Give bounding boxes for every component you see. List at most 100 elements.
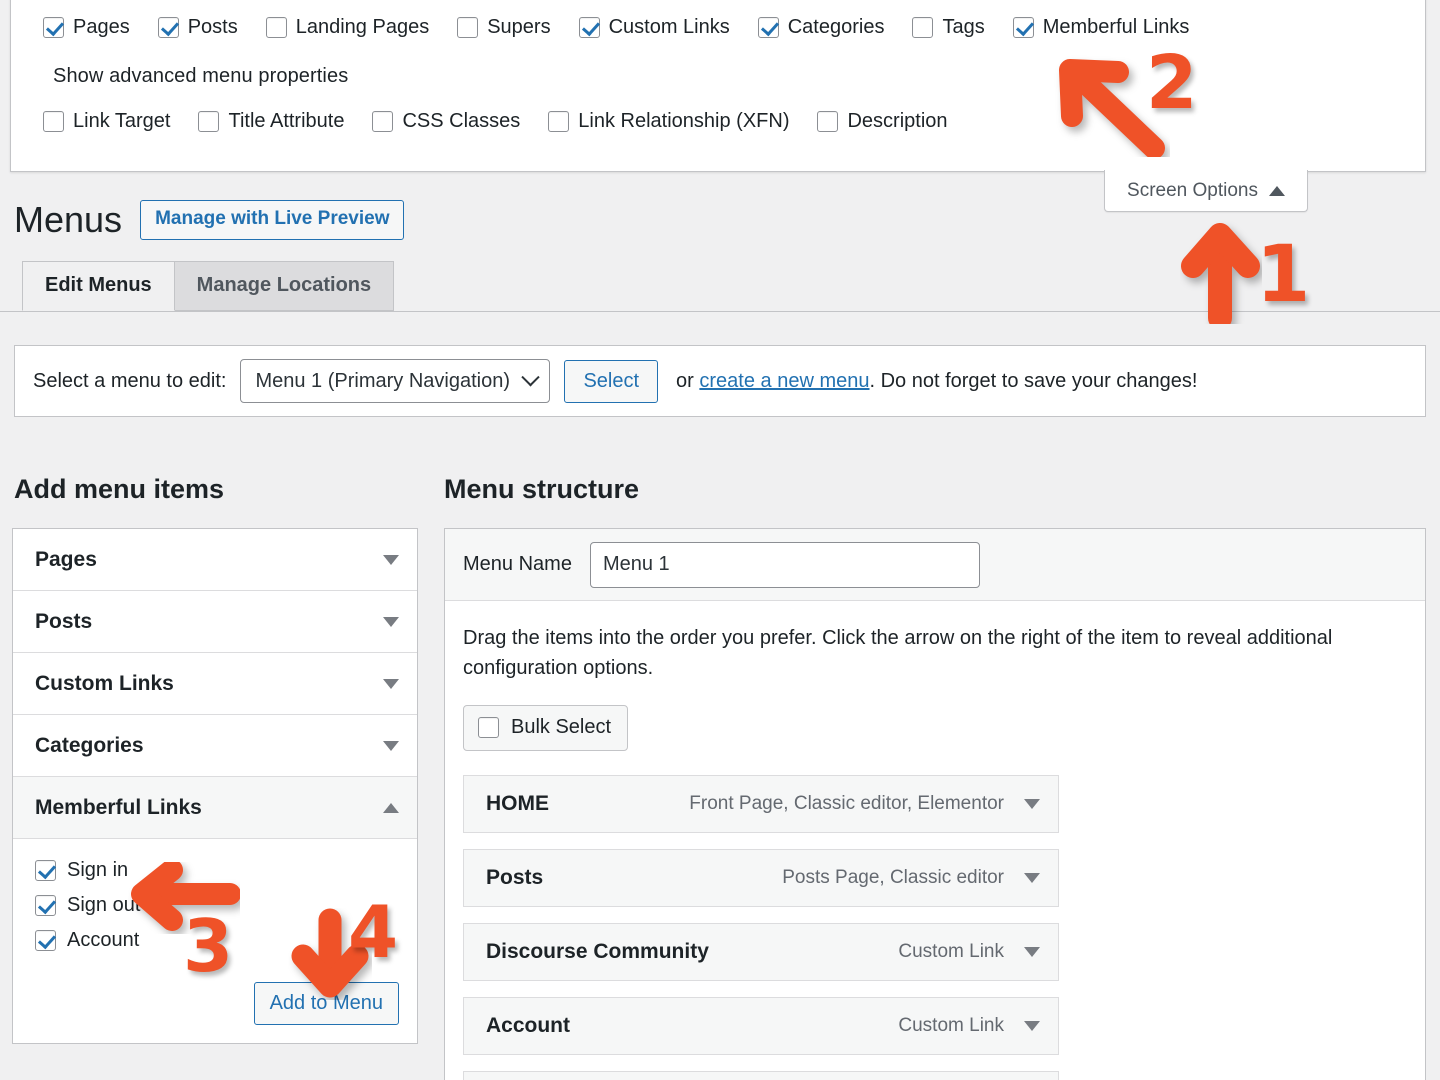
menu-item-title: Account	[486, 1014, 570, 1037]
screen-option-label: CSS Classes	[402, 110, 521, 132]
menu-name-label: Menu Name	[463, 553, 572, 575]
menu-item-row-discourse-community[interactable]: Discourse Community Custom Link	[463, 923, 1059, 981]
screen-option-link-relationship[interactable]: Link Relationship (XFN)	[548, 110, 789, 133]
triangle-down-icon[interactable]	[1024, 799, 1040, 809]
screen-option-supers[interactable]: Supers	[457, 16, 551, 39]
menu-name-input[interactable]	[589, 541, 980, 588]
checkbox-categories[interactable]	[757, 17, 779, 38]
screen-option-custom-links[interactable]: Custom Links	[578, 16, 730, 39]
accordion-header-pages[interactable]: Pages	[13, 529, 417, 591]
accordion-label: Categories	[35, 733, 144, 757]
select-menu-label: Select a menu to edit:	[33, 369, 227, 392]
tab-edit-menus[interactable]: Edit Menus	[22, 261, 175, 311]
accordion-header-posts[interactable]: Posts	[13, 591, 417, 653]
annotation-number-4: 4	[348, 890, 399, 974]
menu-item-right: Front Page, Classic editor, Elementor	[689, 793, 1040, 815]
checkbox-tags[interactable]	[912, 17, 934, 38]
screen-options-panel: Pages Posts Landing Pages Supers Custom …	[10, 0, 1426, 172]
menu-name-bar: Menu Name	[445, 529, 1425, 601]
add-to-menu-button[interactable]: Add to Menu	[253, 982, 399, 1025]
screen-options-advanced-row: Link Target Title Attribute CSS Classes …	[43, 110, 976, 133]
menu-select-value: Menu 1 (Primary Navigation)	[255, 369, 510, 392]
screen-option-title-attribute[interactable]: Title Attribute	[198, 110, 344, 133]
menu-item-title: HOME	[486, 792, 549, 815]
screen-options-toggle[interactable]: Screen Options	[1104, 170, 1308, 212]
wordpress-menus-admin-page: Pages Posts Landing Pages Supers Custom …	[0, 0, 1440, 1080]
screen-option-css-classes[interactable]: CSS Classes	[372, 110, 520, 133]
triangle-down-icon[interactable]	[1024, 1021, 1040, 1031]
screen-option-label: Link Target	[73, 110, 171, 132]
screen-option-label: Custom Links	[608, 16, 730, 38]
tab-manage-locations[interactable]: Manage Locations	[174, 261, 395, 311]
drag-hint-text: Drag the items into the order you prefer…	[463, 627, 1333, 679]
menu-item-row-posts[interactable]: Posts Posts Page, Classic editor	[463, 849, 1059, 907]
manage-with-live-preview-button[interactable]: Manage with Live Preview	[140, 200, 405, 240]
menu-item-row-next[interactable]	[463, 1071, 1059, 1080]
select-button[interactable]: Select	[564, 359, 659, 403]
accordion-header-custom-links[interactable]: Custom Links	[13, 653, 417, 715]
checkbox-bulk-select[interactable]	[478, 717, 499, 738]
checkbox-supers[interactable]	[457, 17, 479, 38]
checkbox-posts[interactable]	[157, 17, 179, 38]
screen-option-pages[interactable]: Pages	[43, 16, 130, 39]
accordion-label: Posts	[35, 609, 93, 633]
triangle-down-icon[interactable]	[1024, 873, 1040, 883]
screen-option-link-target[interactable]: Link Target	[43, 110, 170, 133]
menu-item-row-home[interactable]: HOME Front Page, Classic editor, Element…	[463, 775, 1059, 833]
create-menu-hint: or create a new menu. Do not forget to s…	[676, 370, 1197, 393]
screen-option-memberful-links[interactable]: Memberful Links	[1012, 16, 1190, 39]
menu-structure-heading: Menu structure	[444, 474, 640, 504]
screen-options-post-types-row: Pages Posts Landing Pages Supers Custom …	[43, 16, 1217, 39]
triangle-up-icon	[383, 802, 399, 813]
triangle-down-icon	[383, 554, 399, 565]
screen-option-label: Title Attribute	[228, 110, 345, 132]
checkbox-account[interactable]	[35, 930, 56, 951]
screen-option-label: Landing Pages	[295, 16, 430, 38]
screen-option-description[interactable]: Description	[817, 110, 948, 133]
menu-structure-panel: Menu Name Drag the items into the order …	[444, 528, 1426, 1080]
or-text: or	[676, 369, 700, 392]
menu-items-list: HOME Front Page, Classic editor, Element…	[463, 775, 1407, 1080]
checkbox-sign-out[interactable]	[35, 895, 56, 916]
screen-option-label: Memberful Links	[1042, 16, 1190, 38]
checkbox-css-classes[interactable]	[372, 111, 394, 132]
memberful-link-sign-in[interactable]: Sign in	[35, 859, 399, 882]
menu-item-row-account[interactable]: Account Custom Link	[463, 997, 1059, 1055]
bulk-select-button[interactable]: Bulk Select	[463, 705, 629, 751]
screen-option-label: Categories	[787, 16, 885, 38]
accordion-header-categories[interactable]: Categories	[13, 715, 417, 777]
menu-item-title: Posts	[486, 866, 544, 889]
screen-options-toggle-label: Screen Options	[1127, 179, 1258, 201]
screen-option-tags[interactable]: Tags	[912, 16, 985, 39]
menu-item-meta: Front Page, Classic editor, Elementor	[689, 793, 1004, 814]
screen-option-label: Link Relationship (XFN)	[578, 110, 790, 132]
memberful-link-label: Account	[67, 929, 140, 951]
checkbox-description[interactable]	[817, 111, 839, 132]
triangle-down-icon[interactable]	[1024, 947, 1040, 957]
checkbox-title-attribute[interactable]	[198, 111, 220, 132]
memberful-link-label: Sign in	[67, 859, 129, 881]
triangle-down-icon	[383, 616, 399, 627]
menu-select-dropdown[interactable]: Menu 1 (Primary Navigation)	[240, 359, 551, 403]
screen-option-posts[interactable]: Posts	[157, 16, 238, 39]
menu-item-right: Custom Link	[898, 1015, 1040, 1037]
checkbox-custom-links[interactable]	[578, 17, 600, 38]
create-a-new-menu-link[interactable]: create a new menu	[699, 370, 869, 392]
checkbox-sign-in[interactable]	[35, 860, 56, 881]
checkbox-landing-pages[interactable]	[265, 17, 287, 38]
screen-option-categories[interactable]: Categories	[757, 16, 885, 39]
checkbox-memberful-links[interactable]	[1012, 17, 1034, 38]
checkbox-link-target[interactable]	[43, 111, 64, 132]
annotation-arrow-1	[1181, 223, 1260, 324]
page-header: Menus Manage with Live Preview	[14, 200, 405, 240]
menu-item-meta: Custom Link	[898, 941, 1004, 962]
screen-option-landing-pages[interactable]: Landing Pages	[265, 16, 430, 39]
add-menu-items-heading: Add menu items	[14, 474, 225, 504]
memberful-link-label: Sign out	[67, 894, 141, 916]
save-reminder-text: . Do not forget to save your changes!	[869, 369, 1198, 392]
checkbox-pages[interactable]	[43, 17, 64, 38]
accordion-header-memberful-links[interactable]: Memberful Links	[13, 777, 417, 839]
annotation-number-1: 1	[1256, 230, 1311, 320]
advanced-properties-heading: Show advanced menu properties	[53, 65, 349, 87]
checkbox-link-relationship[interactable]	[548, 111, 570, 132]
